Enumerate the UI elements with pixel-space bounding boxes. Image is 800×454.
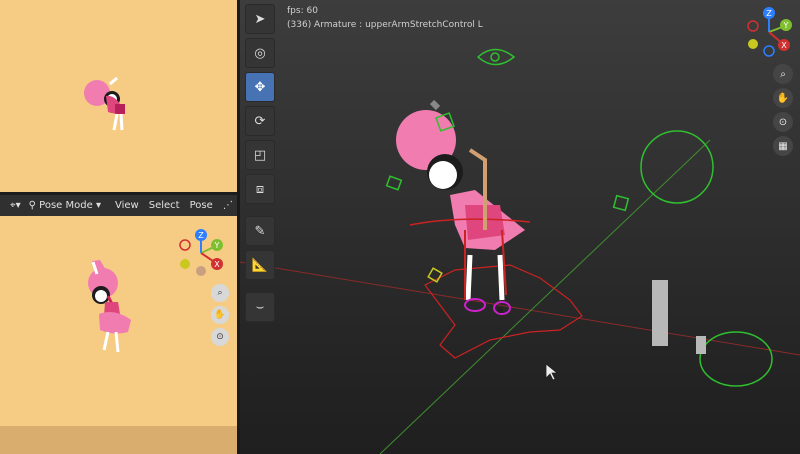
viewport-axis-gizmo[interactable]: Z Y X bbox=[741, 4, 797, 60]
overlay-icon[interactable]: ⋰ bbox=[223, 200, 233, 211]
scale-icon[interactable]: ◰ bbox=[245, 140, 275, 170]
gizmo-label-x: X bbox=[781, 41, 787, 50]
pan-hand-icon[interactable]: ✋ bbox=[773, 88, 793, 108]
camera-icon[interactable]: ⊙ bbox=[773, 112, 793, 132]
mouse-cursor-icon bbox=[545, 363, 559, 381]
gizmo-label-z: Z bbox=[766, 9, 772, 18]
viewport-info: fps: 60 (336) Armature : upperArmStretch… bbox=[287, 4, 483, 32]
transform-icon[interactable]: ⧈ bbox=[245, 174, 275, 204]
zoom-icon[interactable]: ⌕ bbox=[773, 64, 793, 84]
camera-axis-gizmo[interactable]: Z Y X bbox=[176, 228, 226, 278]
viewport-scene bbox=[240, 48, 800, 454]
gizmo-label-x: X bbox=[214, 260, 220, 269]
viewport-nav-buttons: ⌕ ✋ ⊙ ▦ bbox=[773, 64, 793, 160]
editor-header: ⌖▾ ⚲ Pose Mode ▾ View Select Pose ⋰ bbox=[0, 195, 237, 216]
active-object-label: (336) Armature : upperArmStretchControl … bbox=[287, 20, 483, 30]
mode-label: Pose Mode bbox=[39, 200, 93, 211]
grid-icon[interactable]: ▦ bbox=[773, 136, 793, 156]
character-top bbox=[84, 76, 125, 131]
camera-view-bottom[interactable]: Z Y X ⌕ ✋ ⊙ bbox=[0, 216, 237, 454]
measure-icon[interactable]: 📐 bbox=[245, 250, 275, 280]
move-icon[interactable]: ✥ bbox=[245, 72, 275, 102]
menu-pose[interactable]: Pose bbox=[190, 200, 213, 211]
gizmo-label-y: Y bbox=[783, 21, 789, 30]
menu-view[interactable]: View bbox=[115, 200, 139, 211]
cursor-icon[interactable]: ◎ bbox=[245, 38, 275, 68]
camera-icon[interactable]: ⊙ bbox=[211, 328, 229, 346]
rotate-icon[interactable]: ⟳ bbox=[245, 106, 275, 136]
pan-hand-icon[interactable]: ✋ bbox=[211, 306, 229, 324]
annotate-icon[interactable]: ✎ bbox=[245, 216, 275, 246]
gizmo-label-y: Y bbox=[214, 241, 220, 250]
3d-viewport[interactable] bbox=[240, 0, 800, 454]
menu-select[interactable]: Select bbox=[149, 200, 180, 211]
mode-dropdown[interactable]: ⚲ Pose Mode ▾ bbox=[29, 200, 101, 211]
zoom-icon[interactable]: ⌕ bbox=[211, 284, 229, 302]
gizmo-label-z: Z bbox=[198, 231, 204, 240]
camera-view-top[interactable] bbox=[0, 0, 237, 192]
chevron-down-icon: ▾ bbox=[95, 200, 101, 211]
curve-icon[interactable]: ⌣ bbox=[245, 292, 275, 322]
editor-type-icon[interactable]: ⌖▾ bbox=[10, 200, 21, 211]
select-box-icon[interactable]: ➤ bbox=[245, 4, 275, 34]
camera-nav-buttons: ⌕ ✋ ⊙ bbox=[211, 284, 229, 350]
left-panel: ⌖▾ ⚲ Pose Mode ▾ View Select Pose ⋰ Z Y … bbox=[0, 0, 237, 454]
tool-shelf: ➤ ◎ ✥ ⟳ ◰ ⧈ ✎ 📐 ⌣ bbox=[245, 4, 275, 326]
pose-mode-icon: ⚲ bbox=[28, 200, 36, 211]
fps-readout: fps: 60 bbox=[287, 6, 318, 16]
